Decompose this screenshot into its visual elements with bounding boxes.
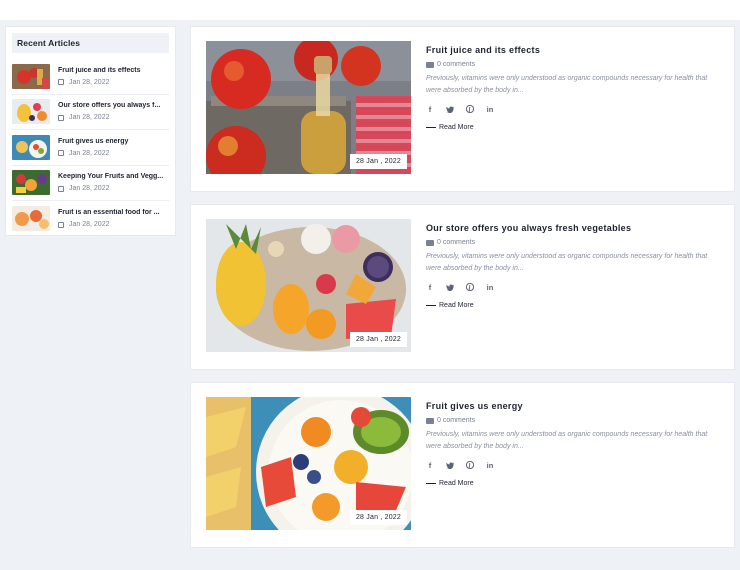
post-image[interactable]: 28 Jan , 2022 — [206, 397, 411, 530]
article-thumbnail[interactable] — [12, 99, 50, 125]
recent-article-item[interactable]: Our store offers you always f... Jan 28,… — [12, 95, 169, 130]
article-thumbnail[interactable] — [12, 134, 50, 160]
comments-count[interactable]: 0 comments — [437, 417, 475, 424]
linkedin-icon[interactable]: in — [486, 105, 494, 114]
comment-icon — [426, 417, 434, 424]
pinterest-icon[interactable] — [466, 283, 474, 291]
recent-articles-list: Fruit juice and its effects Jan 28, 2022… — [12, 59, 169, 237]
facebook-icon[interactable]: f — [426, 105, 434, 114]
comments-meta[interactable]: 0 comments — [426, 61, 716, 68]
post-body: Fruit gives us energy 0 comments Previou… — [426, 401, 716, 487]
dash-icon — [426, 483, 436, 484]
article-thumbnail[interactable] — [12, 206, 50, 232]
article-thumbnail[interactable] — [12, 170, 50, 196]
post-date-badge: 28 Jan , 2022 — [349, 510, 407, 525]
read-more-label[interactable]: Read More — [439, 302, 474, 309]
calendar-icon — [58, 185, 64, 192]
recent-articles-widget: Recent Articles Fruit juice and its effe… — [5, 26, 176, 236]
post-title[interactable]: Our store offers you always fresh vegeta… — [426, 223, 716, 233]
article-thumbnail[interactable] — [12, 63, 50, 89]
blog-post-card: 28 Jan , 2022 Our store offers you alway… — [190, 204, 735, 370]
linkedin-icon[interactable]: in — [486, 461, 494, 470]
recent-article-date: Jan 28, 2022 — [69, 149, 110, 157]
calendar-icon — [58, 114, 64, 121]
post-body: Our store offers you always fresh vegeta… — [426, 223, 716, 309]
calendar-icon — [58, 79, 64, 86]
recent-article-item[interactable]: Fruit gives us energy Jan 28, 2022 — [12, 130, 169, 166]
recent-article-item[interactable]: Fruit is an essential food for ... Jan 2… — [12, 201, 169, 237]
widget-title: Recent Articles — [12, 33, 169, 53]
post-date-badge: 28 Jan , 2022 — [349, 332, 407, 347]
post-excerpt: Previously, vitamins were only understoo… — [426, 431, 708, 450]
share-icons: f in — [426, 283, 716, 292]
pinterest-icon[interactable] — [466, 105, 474, 113]
twitter-icon[interactable] — [446, 283, 454, 291]
share-icons: f in — [426, 461, 716, 470]
comments-meta[interactable]: 0 comments — [426, 239, 716, 246]
dash-icon — [426, 305, 436, 306]
linkedin-icon[interactable]: in — [486, 283, 494, 292]
read-more-link[interactable]: Read More — [426, 124, 716, 131]
comments-count[interactable]: 0 comments — [437, 61, 475, 68]
comment-icon — [426, 61, 434, 68]
recent-article-title[interactable]: Fruit is an essential food for ... — [58, 209, 168, 216]
recent-article-item[interactable]: Keeping Your Fruits and Vegg... Jan 28, … — [12, 166, 169, 201]
twitter-icon[interactable] — [446, 461, 454, 469]
recent-article-date: Jan 28, 2022 — [69, 78, 110, 86]
recent-article-item[interactable]: Fruit juice and its effects Jan 28, 2022 — [12, 59, 169, 95]
dash-icon — [426, 127, 436, 128]
recent-article-title[interactable]: Fruit gives us energy — [58, 138, 168, 145]
recent-article-date: Jan 28, 2022 — [69, 185, 110, 193]
facebook-icon[interactable]: f — [426, 461, 434, 470]
recent-article-date: Jan 28, 2022 — [69, 221, 110, 229]
share-icons: f in — [426, 105, 716, 114]
post-title[interactable]: Fruit juice and its effects — [426, 45, 716, 55]
twitter-icon[interactable] — [446, 105, 454, 113]
calendar-icon — [58, 150, 64, 157]
post-excerpt: Previously, vitamins were only understoo… — [426, 75, 708, 94]
recent-article-title[interactable]: Keeping Your Fruits and Vegg... — [58, 173, 168, 180]
facebook-icon[interactable]: f — [426, 283, 434, 292]
post-image[interactable]: 28 Jan , 2022 — [206, 219, 411, 352]
read-more-label[interactable]: Read More — [439, 124, 474, 131]
comments-count[interactable]: 0 comments — [437, 239, 475, 246]
comment-icon — [426, 239, 434, 246]
calendar-icon — [58, 221, 64, 228]
pinterest-icon[interactable] — [466, 461, 474, 469]
post-body: Fruit juice and its effects 0 comments P… — [426, 45, 716, 131]
post-title[interactable]: Fruit gives us energy — [426, 401, 716, 411]
recent-article-title[interactable]: Our store offers you always f... — [58, 102, 168, 109]
comments-meta[interactable]: 0 comments — [426, 417, 716, 424]
read-more-label[interactable]: Read More — [439, 480, 474, 487]
top-strip — [0, 0, 740, 20]
recent-article-date: Jan 28, 2022 — [69, 114, 110, 122]
blog-post-card: 28 Jan , 2022 Fruit gives us energy 0 co… — [190, 382, 735, 548]
recent-article-title[interactable]: Fruit juice and its effects — [58, 67, 168, 74]
post-excerpt: Previously, vitamins were only understoo… — [426, 253, 708, 272]
blog-post-card: 28 Jan , 2022 Fruit juice and its effect… — [190, 26, 735, 192]
read-more-link[interactable]: Read More — [426, 302, 716, 309]
read-more-link[interactable]: Read More — [426, 480, 716, 487]
post-image[interactable]: 28 Jan , 2022 — [206, 41, 411, 174]
post-date-badge: 28 Jan , 2022 — [349, 154, 407, 169]
